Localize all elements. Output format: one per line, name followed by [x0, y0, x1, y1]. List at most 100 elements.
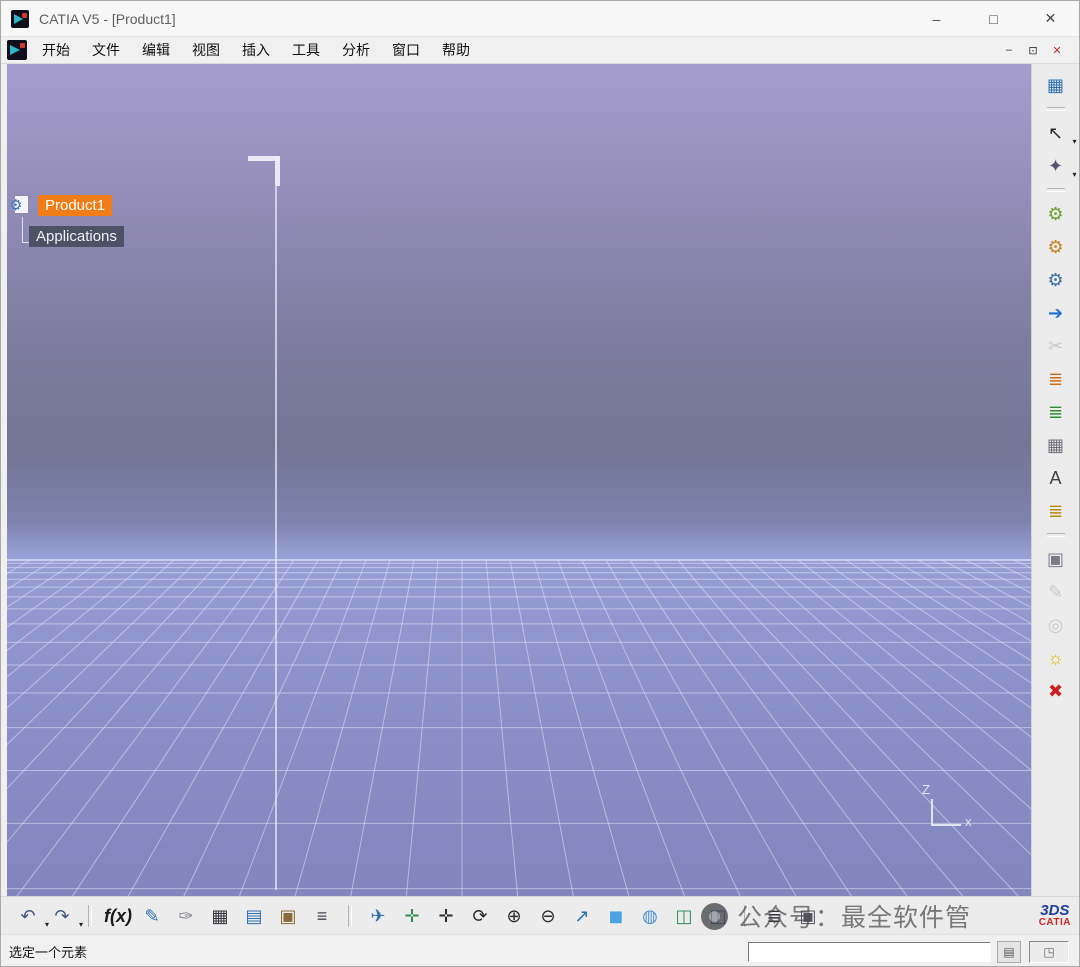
tree-catalog-icon[interactable]: ≣ [1043, 498, 1069, 524]
redo-icon[interactable]: ↷ ▾ [49, 903, 83, 929]
pan-icon-glyph: ✛ [438, 905, 454, 926]
tree-branch-line-v [22, 217, 23, 242]
rotate-icon-glyph: ⟳ [472, 905, 488, 926]
menu-item-edit[interactable]: 编辑 [131, 37, 181, 63]
select-arrow-icon-glyph: ↖ [1048, 123, 1064, 143]
floor-grid [7, 559, 1032, 896]
axis-indicator: Z x [922, 782, 974, 834]
generate-gear-icon-glyph: ⚙ [1047, 270, 1064, 290]
product-node-icon[interactable]: ⚙ [9, 194, 33, 216]
selection-filter-icon-glyph: ✦ [1048, 156, 1064, 176]
design-table-icon[interactable]: ▦ [1043, 432, 1069, 458]
iso-view-icon[interactable]: ◼ [603, 903, 629, 929]
render-tools-icon[interactable]: ▣ [795, 903, 821, 929]
tree-node-applications-label[interactable]: Applications [29, 226, 124, 247]
status-corner-icon[interactable]: ◳ [1029, 940, 1069, 963]
rotate-icon[interactable]: ⟳ [467, 903, 493, 929]
close-button[interactable]: ✕ [1022, 1, 1079, 36]
menu-item-analyze[interactable]: 分析 [331, 37, 381, 63]
undo-icon-glyph: ↶ [20, 905, 36, 926]
equivalent-dimensions-icon[interactable]: ≡ [309, 903, 335, 929]
doc-minimize-button[interactable]: – [999, 41, 1019, 59]
check-pen-icon[interactable]: ✑ [173, 903, 199, 929]
dropdown-arrow-icon[interactable]: ▾ [1073, 137, 1077, 146]
toolbar-separator [744, 904, 748, 927]
tree-anchor-bracket[interactable] [248, 156, 280, 186]
doc-restore-button[interactable]: ⊡ [1023, 41, 1043, 59]
toolbar-separator [1046, 107, 1065, 111]
bom-list-icon[interactable]: ≣ [1043, 366, 1069, 392]
generate-gear-icon[interactable]: ⚙ [1043, 267, 1069, 293]
levels-icon-glyph: ≣ [766, 905, 782, 926]
dropdown-arrow-icon[interactable]: ▾ [79, 920, 83, 929]
menu-item-file[interactable]: 文件 [81, 37, 131, 63]
product-tree-icon[interactable]: ▤ [241, 903, 267, 929]
design-table-icon[interactable]: ▦ [207, 903, 233, 929]
product-structure-icon[interactable]: ▦ [1043, 72, 1069, 98]
tree-branch-line-h [22, 242, 29, 243]
zoom-in-icon[interactable]: ⊕ [501, 903, 527, 929]
minimize-button[interactable]: – [908, 1, 965, 36]
select-arrow-icon[interactable]: ↖ ▾ [1043, 120, 1077, 146]
levels-icon[interactable]: ≣ [761, 903, 787, 929]
photo-studio-icon-glyph: ◎ [1047, 615, 1064, 635]
bottom-toolbar: ↶ ▾ ↷ ▾ f(x) ✎ ✑ ▦ ▤ ▣ ≡ ✈ ✛ ✛ ⟳ ⊕ ⊖ ↗ ◼ ◍ ◫ ◫ ≣ ▣ 3DS CATIA [1, 896, 1079, 934]
text-template-icon[interactable]: A [1043, 465, 1069, 491]
capture-icon[interactable]: ◫ [671, 903, 697, 929]
zoom-in-icon-glyph: ⊕ [506, 905, 522, 926]
power-input-field[interactable] [748, 941, 991, 962]
multi-view-icon[interactable]: ◍ [637, 903, 663, 929]
component-box-icon[interactable]: ▣ [275, 903, 301, 929]
component-box-icon-glyph: ▣ [279, 905, 297, 926]
viewport-3d[interactable]: ⚙ Product1 Applications Z x [7, 64, 1032, 896]
equivalent-dimensions-icon-glyph: ≡ [316, 905, 328, 926]
light-bulb-off-icon[interactable]: ✖ [1043, 678, 1069, 704]
menu-item-view[interactable]: 视图 [181, 37, 231, 63]
fit-all-icon[interactable]: ✛ [399, 903, 425, 929]
update-gears-icon[interactable]: ⚙ [1043, 201, 1069, 227]
album-icon[interactable]: ◫ [705, 903, 731, 929]
enter-component-icon[interactable]: ➔ [1043, 300, 1069, 326]
menu-item-tools[interactable]: 工具 [281, 37, 331, 63]
zoom-out-icon[interactable]: ⊖ [535, 903, 561, 929]
status-doc-icon[interactable]: ▤ [997, 940, 1021, 963]
structure-list-icon[interactable]: ≣ [1043, 399, 1069, 425]
photo-studio-icon: ◎ [1043, 612, 1069, 638]
sketch-tracer-icon: ✎ [1043, 579, 1069, 605]
menu-item-help[interactable]: 帮助 [431, 37, 481, 63]
tree-node-product1-label[interactable]: Product1 [38, 194, 113, 216]
menu-item-start[interactable]: 开始 [31, 37, 81, 63]
light-bulb-on-icon[interactable]: ☼ [1043, 645, 1069, 671]
light-bulb-on-icon-glyph: ☼ [1047, 648, 1064, 668]
toolbar-separator [88, 904, 92, 927]
tree-anchor-line[interactable] [275, 185, 277, 890]
fly-mode-icon-glyph: ✈ [370, 905, 386, 926]
menu-item-window[interactable]: 窗口 [381, 37, 431, 63]
main-area: ⚙ Product1 Applications Z x ▦ ↖ ▾ ✦ ▾ ⚙ ⚙ ⚙ ➔ ✂ ≣ ≣… [1, 64, 1079, 896]
menu-item-insert[interactable]: 插入 [231, 37, 281, 63]
comment-bubble-icon[interactable]: ✎ [139, 903, 165, 929]
pan-icon[interactable]: ✛ [433, 903, 459, 929]
fly-mode-icon[interactable]: ✈ [365, 903, 391, 929]
normal-view-icon[interactable]: ↗ [569, 903, 595, 929]
maximize-button[interactable]: □ [965, 1, 1022, 36]
break-link-icon-glyph: ✂ [1048, 336, 1064, 356]
undo-icon[interactable]: ↶ ▾ [15, 903, 49, 929]
catalog-gear-icon[interactable]: ⚙ [1043, 234, 1069, 260]
menu-bar: 开始 文件 编辑 视图 插入 工具 分析 窗口 帮助 – ⊡ ✕ [1, 37, 1079, 64]
light-bulb-off-icon-glyph: ✖ [1048, 681, 1064, 701]
formula-icon[interactable]: f(x) [104, 903, 132, 929]
tree-node-product1[interactable]: ⚙ Product1 [9, 194, 124, 216]
normal-view-icon-glyph: ↗ [574, 905, 590, 926]
axis-x-label: x [965, 814, 972, 829]
window-title: CATIA V5 - [Product1] [39, 10, 176, 27]
redo-icon-glyph: ↷ [54, 905, 70, 926]
catalog-gear-icon-glyph: ⚙ [1047, 237, 1064, 257]
image-frame-icon[interactable]: ▣ [1043, 546, 1069, 572]
right-toolbar: ▦ ↖ ▾ ✦ ▾ ⚙ ⚙ ⚙ ➔ ✂ ≣ ≣ ▦ A ≣ ▣ ✎ ◎ ☼ ✖ [1031, 64, 1079, 896]
selection-filter-icon[interactable]: ✦ ▾ [1043, 153, 1077, 179]
axis-z-label: Z [922, 782, 931, 797]
doc-close-button[interactable]: ✕ [1047, 41, 1067, 59]
catia-workbench-icon[interactable] [7, 40, 27, 60]
dropdown-arrow-icon[interactable]: ▾ [1073, 170, 1077, 179]
